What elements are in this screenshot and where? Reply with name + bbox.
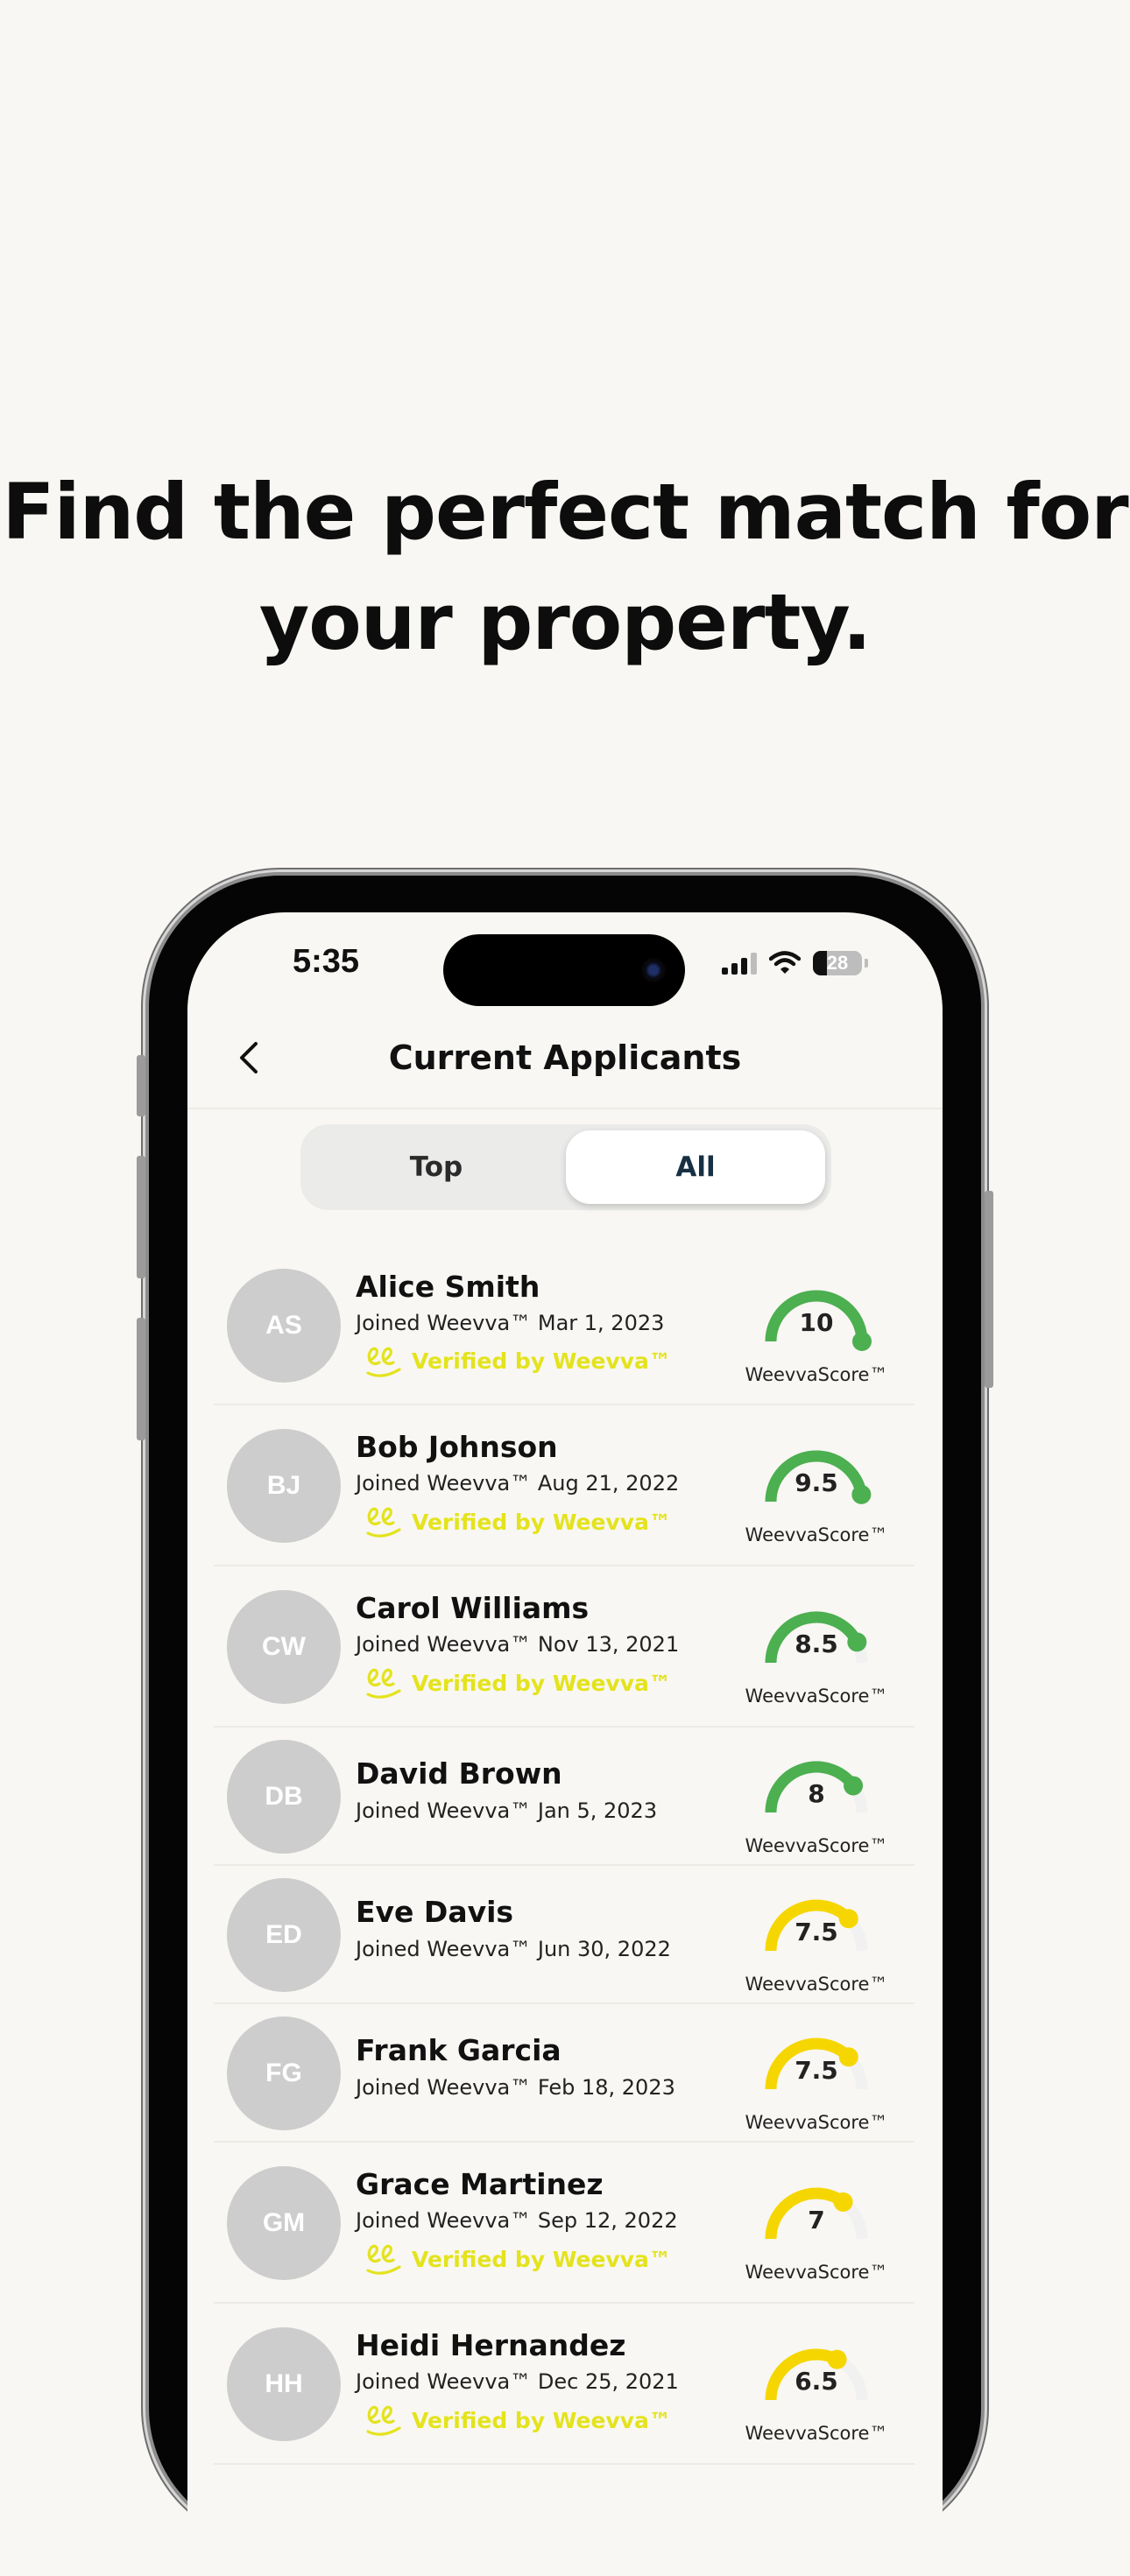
joined-date: Joined Weevva™ Nov 13, 2021 [356, 1632, 680, 1657]
weevva-logo-icon [366, 2405, 401, 2436]
score-label: WeevvaScore™ [745, 1686, 888, 1707]
status-time: 5:35 [293, 943, 360, 980]
headline: Find the perfect match for your property… [0, 457, 1130, 678]
verified-label: Verified by Weevva™ [412, 1670, 671, 1696]
applicant-row[interactable]: BJ Bob Johnson Joined Weevva™ Aug 21, 2022… [214, 1405, 915, 1566]
joined-date: Joined Weevva™ Jan 5, 2023 [356, 1798, 658, 1823]
avatar: HH [227, 2327, 341, 2441]
volume-up-button [137, 1156, 145, 1278]
avatar: FG [227, 2016, 341, 2130]
joined-date: Joined Weevva™ Jun 30, 2022 [356, 1937, 671, 1961]
headline-line-2: your property. [258, 577, 872, 667]
applicant-name: Eve Davis [356, 1895, 514, 1929]
applicant-row[interactable]: GM Grace Martinez Joined Weevva™ Sep 12, 2… [214, 2143, 915, 2304]
weevva-score-gauge: 8.5 [755, 1605, 878, 1684]
score-label: WeevvaScore™ [745, 1835, 888, 1856]
weevva-score-gauge: 10 [755, 1284, 878, 1362]
score-value: 6.5 [795, 2367, 838, 2396]
action-button [137, 1055, 145, 1116]
joined-date: Joined Weevva™ Sep 12, 2022 [356, 2208, 678, 2233]
phone-frame: 5:35 28 Current Applicants Top All AS Al… [137, 876, 993, 2576]
avatar: ED [227, 1878, 341, 1992]
tab-all[interactable]: All [566, 1130, 825, 1204]
battery-level: 28 [826, 952, 849, 974]
weevva-logo-icon [366, 2244, 401, 2275]
verified-badge: Verified by Weevva™ [364, 1343, 671, 1380]
dynamic-island [443, 934, 685, 1006]
status-icons: 28 [722, 951, 868, 975]
filter-segmented-control: Top All [300, 1124, 831, 1210]
weevva-score-gauge: 7 [755, 2181, 878, 2260]
applicant-name: Grace Martinez [356, 2167, 604, 2201]
verified-label: Verified by Weevva™ [412, 2246, 671, 2272]
verified-label: Verified by Weevva™ [412, 1348, 671, 1374]
applicant-row[interactable]: CW Carol Williams Joined Weevva™ Nov 13, 2… [214, 1566, 915, 1728]
applicant-row[interactable]: DB David Brown Joined Weevva™ Jan 5, 2023 8… [214, 1728, 915, 1866]
tab-top[interactable]: Top [307, 1130, 566, 1204]
battery-icon: 28 [813, 951, 868, 975]
applicant-name: Bob Johnson [356, 1430, 558, 1464]
score-label: WeevvaScore™ [745, 1974, 888, 1995]
avatar: AS [227, 1268, 341, 1383]
score-value: 7 [808, 2206, 825, 2235]
joined-date: Joined Weevva™ Dec 25, 2021 [356, 2369, 679, 2394]
applicant-name: David Brown [356, 1756, 562, 1791]
weevva-score-gauge: 7.5 [755, 2031, 878, 2110]
avatar: CW [227, 1590, 341, 1704]
verified-badge: Verified by Weevva™ [364, 1503, 671, 1540]
app-screen: 5:35 28 Current Applicants Top All AS Al… [187, 912, 943, 2576]
verified-badge: Verified by Weevva™ [364, 1665, 671, 1701]
avatar: BJ [227, 1429, 341, 1543]
applicant-name: Frank Garcia [356, 2033, 561, 2067]
weevva-score-gauge: 8 [755, 1755, 878, 1833]
applicant-name: Carol Williams [356, 1591, 590, 1625]
applicant-row[interactable]: HH Heidi Hernandez Joined Weevva™ Dec 25, … [214, 2304, 915, 2465]
verified-label: Verified by Weevva™ [412, 2407, 671, 2433]
verified-label: Verified by Weevva™ [412, 1509, 671, 1535]
score-value: 7.5 [795, 2056, 838, 2085]
page-title: Current Applicants [388, 1038, 742, 1077]
score-label: WeevvaScore™ [745, 2112, 888, 2133]
score-label: WeevvaScore™ [745, 2423, 888, 2444]
power-button [985, 1191, 993, 1388]
applicant-row[interactable]: AS Alice Smith Joined Weevva™ Mar 1, 2023 V… [214, 1245, 915, 1405]
volume-down-button [137, 1318, 145, 1440]
headline-line-1: Find the perfect match for [2, 467, 1128, 557]
avatar: GM [227, 2166, 341, 2280]
avatar: DB [227, 1740, 341, 1854]
score-value: 10 [799, 1307, 834, 1337]
weevva-score-gauge: 9.5 [755, 1444, 878, 1523]
applicant-name: Heidi Hernandez [356, 2328, 626, 2362]
weevva-score-gauge: 6.5 [755, 2342, 878, 2421]
weevva-logo-icon [366, 1668, 401, 1699]
weevva-logo-icon [366, 1507, 401, 1538]
applicant-row[interactable]: FG Frank Garcia Joined Weevva™ Feb 18, 202… [214, 2004, 915, 2143]
joined-date: Joined Weevva™ Feb 18, 2023 [356, 2075, 675, 2100]
joined-date: Joined Weevva™ Mar 1, 2023 [356, 1310, 665, 1335]
score-value: 9.5 [795, 1468, 838, 1497]
score-value: 8.5 [795, 1629, 838, 1658]
applicant-row[interactable]: ED Eve Davis Joined Weevva™ Jun 30, 2022 7.… [214, 1866, 915, 2004]
verified-badge: Verified by Weevva™ [364, 2241, 671, 2277]
row-divider [214, 2463, 915, 2465]
joined-date: Joined Weevva™ Aug 21, 2022 [356, 1471, 680, 1496]
camera-icon [641, 958, 666, 982]
verified-badge: Verified by Weevva™ [364, 2402, 671, 2439]
weevva-logo-icon [366, 1347, 401, 1377]
score-value: 7.5 [795, 1918, 838, 1946]
score-label: WeevvaScore™ [745, 2262, 888, 2283]
cellular-signal-icon [722, 952, 757, 975]
applicant-name: Alice Smith [356, 1269, 540, 1304]
wifi-icon [769, 951, 801, 974]
score-label: WeevvaScore™ [745, 1524, 888, 1545]
nav-divider [187, 1108, 943, 1109]
score-label: WeevvaScore™ [745, 1363, 888, 1385]
weevva-score-gauge: 7.5 [755, 1893, 878, 1972]
score-value: 8 [808, 1779, 825, 1808]
